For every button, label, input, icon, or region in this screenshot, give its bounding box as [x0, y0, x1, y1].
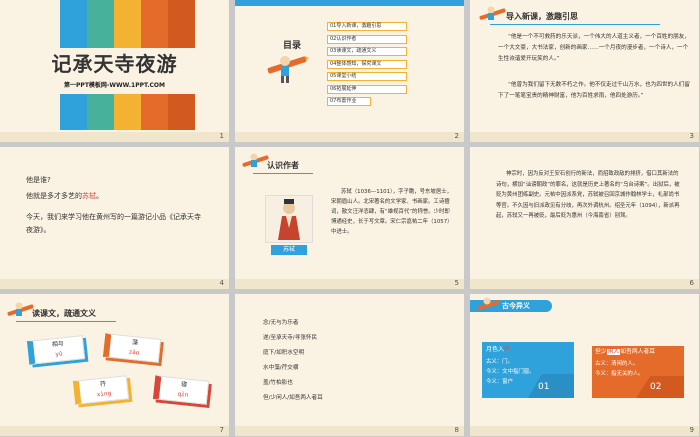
reading-pause-line: 水中藻/荇交横: [263, 365, 299, 371]
toc-item[interactable]: 01导入新课，激趣引思: [327, 22, 407, 31]
slide-number: 6: [689, 279, 694, 287]
vocab-card-4: 寝 qǐn: [152, 375, 210, 405]
slide-number: 7: [219, 426, 224, 434]
left-term-prefix: 月色入: [486, 346, 505, 353]
answer-suffix: 。: [96, 192, 103, 200]
slide-number: 4: [219, 279, 224, 287]
section-heading: 古今异义: [502, 302, 530, 310]
toc-item[interactable]: 07布置作业: [327, 97, 371, 106]
slide-number: 9: [689, 426, 694, 434]
toc-item[interactable]: 05课堂小结: [327, 72, 407, 81]
color-bar: [114, 0, 141, 48]
boy-with-pencil-icon: [476, 296, 502, 316]
left-term-highlight: 户: [504, 346, 511, 353]
boy-with-pencil-icon: [478, 4, 508, 26]
portrait-caption: 苏轼: [271, 245, 307, 255]
toc-heading: 目录: [283, 41, 302, 51]
slide-thumbnail-7[interactable]: 读课文，疏通文义 相与 yǔ 藻 zǎo 荇 xìng 寝 qǐn 7: [0, 294, 229, 436]
quote-paragraph-1: “他是一个不可救药的乐天派，一个伟大的人道主义者，一个百姓的朋友，一个大文豪，大…: [498, 34, 690, 62]
reading-pause-line: 庭下/如积水空明: [263, 350, 305, 356]
intro-paragraph: 今天，我们来学习他在黄州写的一篇游记小品《记承天寺夜游》。: [26, 213, 201, 234]
footer-bar: [470, 132, 699, 142]
slide-number: 1: [219, 132, 224, 140]
footer-bar: [0, 132, 229, 142]
heading-underline: [16, 321, 116, 322]
right-ancient-meaning: 古义：清闲的人。: [595, 361, 639, 367]
left-badge-number: 01: [538, 382, 550, 392]
title-color-bars: [60, 0, 195, 48]
footer-bar: [470, 279, 699, 289]
slide-number: 3: [689, 132, 694, 140]
right-badge-number: 02: [650, 382, 662, 392]
left-modern-meaning-2: 今义：窗户: [486, 379, 513, 385]
section-heading: 认识作者: [267, 161, 299, 170]
reading-pause-line: 遂/至承天寺/寻张怀民: [263, 335, 318, 341]
slide-number: 8: [454, 426, 459, 434]
question-line: 他是谁?: [26, 176, 51, 184]
vocab-card-3: 荇 xìng: [72, 375, 130, 405]
slide-thumbnail-4[interactable]: 他是谁? 他就是多才多艺的苏轼。 今天，我们来学习他在黄州写的一篇游记小品《记承…: [0, 147, 229, 289]
right-term-highlight: 闲人: [606, 349, 621, 355]
color-bar: [87, 94, 114, 130]
left-modern-meaning: 今义：文中指门窗。: [486, 369, 535, 375]
section-heading: 读课文，疏通文义: [32, 309, 96, 318]
right-term-title: 但少闲人如吾两人者耳: [595, 347, 655, 357]
reading-pause-line: 但/少闲人/如吾两人者耳: [263, 395, 323, 401]
right-modern-meaning: 今义：指无关的人。: [595, 371, 644, 377]
slide-number: 5: [454, 279, 459, 287]
left-term-title: 月色入户: [486, 345, 510, 355]
toc-item[interactable]: 06拓展延伸: [327, 84, 407, 94]
answer-prefix: 他就是多才多艺的: [26, 192, 82, 200]
heading-underline: [253, 173, 313, 174]
author-name-highlight: 苏轼: [82, 192, 96, 200]
color-bar: [168, 94, 195, 130]
color-bar: [60, 0, 87, 48]
slide-title: 记承天寺夜游: [51, 52, 178, 76]
footer-bar: [470, 426, 699, 436]
slide-thumbnail-9[interactable]: 古今异义 月色入户 古义：门。 今义：文中指门窗。 今义：窗户 01 但少闲人如…: [470, 294, 699, 436]
toc-item[interactable]: 02认识作者: [327, 34, 407, 44]
boy-with-pencil-icon: [265, 52, 309, 84]
color-bar: [60, 94, 87, 130]
bottom-color-bars: [60, 94, 195, 130]
author-biography: 苏轼（1036—1101），字子瞻，号东坡居士，宋朝眉山人。北宋著名的文学家、书…: [331, 189, 453, 235]
quote-paragraph-2: “他曾为我们留下无数不朽之作。他不仅走过千山万水，也为四世的人们留下了一笔笔宝贵…: [498, 82, 690, 99]
author-portrait: [265, 195, 313, 243]
reading-pause-line: 盖/竹柏影也: [263, 380, 293, 386]
left-ancient-meaning: 古义：门。: [486, 359, 513, 365]
footer-bar: [0, 426, 229, 436]
slide-thumbnail-2[interactable]: 目录 01导入新课，激趣引思 02认识作者 03读课文，疏通文义 04整体感知，探究课…: [235, 0, 464, 142]
footer-bar: [235, 279, 464, 289]
vocab-card-2: 藻 zǎo: [102, 333, 162, 363]
slide-thumbnail-1[interactable]: 记承天寺夜游 第一PPT模板网-WWW.1PPT.COM 1: [0, 0, 229, 142]
slide-number: 2: [454, 132, 459, 140]
toc-item[interactable]: 03读课文，疏通文义: [327, 47, 407, 56]
vocab-card-1: 相与 yǔ: [26, 335, 86, 365]
footer-bar: [235, 132, 464, 142]
slide-subtitle: 第一PPT模板网-WWW.1PPT.COM: [64, 82, 165, 89]
color-bar: [168, 0, 195, 48]
top-bar: [235, 0, 464, 6]
footer-bar: [0, 279, 229, 289]
history-paragraph: 神宗时，因为反对王安石创行的新法，而招致政敌的排挤，借口其新法的诗句，横加“讪谤…: [496, 171, 680, 219]
slide-thumbnail-3[interactable]: 导入新课，激趣引思 “他是一个不可救药的乐天派，一个伟大的人道主义者，一个百姓的…: [470, 0, 699, 142]
right-term-prefix: 但少: [595, 349, 607, 355]
heading-underline: [490, 24, 660, 25]
slide-thumbnail-8[interactable]: 念/无与为乐者遂/至承天寺/寻张怀民 庭下/如积水空明 水中藻/荇交横 盖/竹柏影也但…: [235, 294, 464, 436]
slide-thumbnail-6[interactable]: 神宗时，因为反对王安石创行的新法，而招致政敌的排挤，借口其新法的诗句，横加“讪谤…: [470, 147, 699, 289]
color-bar: [141, 0, 168, 48]
footer-bar: [235, 426, 464, 436]
color-bar: [141, 94, 168, 130]
color-bar: [87, 0, 114, 48]
toc-list: 01导入新课，激趣引思 02认识作者 03读课文，疏通文义 04整体感知，探究课文 05…: [327, 22, 407, 110]
section-heading: 导入新课，激趣引思: [506, 12, 578, 21]
reading-pause-list: 念/无与为乐者遂/至承天寺/寻张怀民 庭下/如积水空明 水中藻/荇交横 盖/竹柏影也但…: [263, 316, 323, 406]
answer-line: 他就是多才多艺的苏轼。: [26, 191, 103, 201]
color-bar: [114, 94, 141, 130]
reading-pause-line: 念/无与为乐者: [263, 320, 299, 326]
toc-item[interactable]: 04整体感知，探究课文: [327, 59, 407, 69]
right-term-suffix: 如吾两人者耳: [620, 349, 656, 355]
slide-thumbnail-5[interactable]: 认识作者 苏轼 苏轼（1036—1101），字子瞻，号东坡居士，宋朝眉山人。北宋…: [235, 147, 464, 289]
